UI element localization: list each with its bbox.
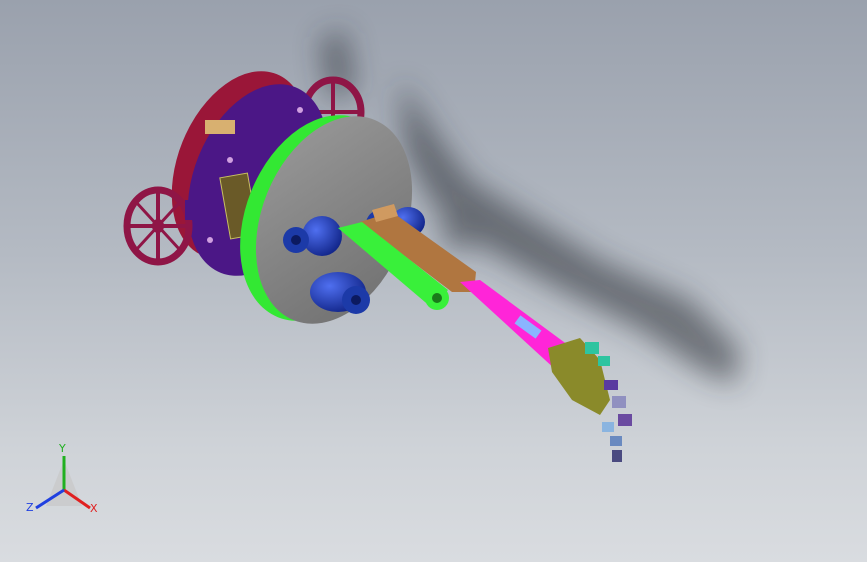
y-axis-label: Y [59, 442, 66, 455]
view-orientation-triad[interactable]: Y Z X [26, 442, 106, 526]
graphics-viewport[interactable]: Y Z X [0, 0, 867, 562]
front-left-wheel[interactable] [123, 186, 197, 266]
x-axis-label: X [90, 502, 98, 515]
3d-model-view[interactable] [0, 0, 867, 562]
gripper-hand[interactable] [548, 338, 610, 415]
z-axis-label: Z [26, 501, 34, 514]
